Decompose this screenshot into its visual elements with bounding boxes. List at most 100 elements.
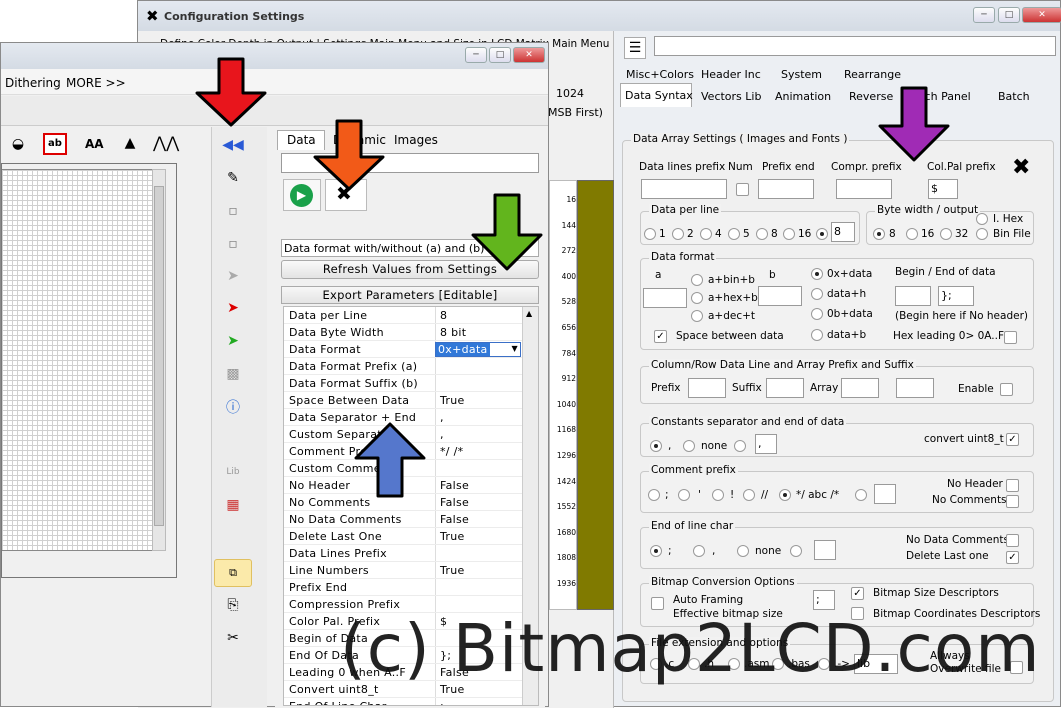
param-value[interactable]: False [440,513,469,526]
dpl-radio-1[interactable] [644,228,656,240]
space-between-checkbox[interactable]: ✓ [654,330,667,343]
main-close-button[interactable]: ✕ [513,47,545,63]
dpl-custom-input[interactable]: 8 [831,222,855,242]
begin-data-input[interactable] [895,286,931,306]
tab-system[interactable]: System [781,68,822,81]
param-row[interactable]: Data per Line 8 [284,307,522,324]
cp-radio-custom[interactable] [855,489,867,501]
tab-batch[interactable]: Batch [998,90,1030,103]
cp-radio-semicolon[interactable] [648,489,660,501]
num-checkbox[interactable] [736,183,749,196]
main-minimize-button[interactable]: ─ [465,47,487,63]
triangle-icon[interactable]: ▲ [119,132,141,154]
param-row[interactable]: End Of Line Char; [284,698,522,705]
eyedropper-icon[interactable]: ✎ [222,167,244,189]
copy-button[interactable]: ⧉ [214,559,252,587]
wave-icon[interactable]: ⋀⋀ [153,132,179,154]
df-radio-adect[interactable] [691,310,703,322]
dpl-radio-custom[interactable] [816,228,828,240]
menu-dithering[interactable]: Dithering [5,76,61,90]
const-custom-input[interactable]: , [755,434,777,454]
df-radio-0bdata[interactable] [811,308,823,320]
rect-select-2-icon[interactable]: ▫ [222,233,244,255]
param-value[interactable]: True [440,564,465,577]
cp-radio-star[interactable] [779,489,791,501]
tab-header-inc[interactable]: Header Inc [701,68,761,81]
tab-rearrange[interactable]: Rearrange [844,68,901,81]
menu-more[interactable]: MORE >> [66,76,126,90]
param-row[interactable]: Data Format 0x+data ▼ [284,341,522,358]
rect-select-icon[interactable]: ▫ [222,200,244,222]
tab-animation[interactable]: Animation [775,90,831,103]
rewind-icon[interactable]: ◀◀ [222,134,244,156]
pointer-icon[interactable]: ➤ [222,265,244,287]
dpl-radio-5[interactable] [728,228,740,240]
df-radio-abinb[interactable] [691,274,703,286]
array-suffix-input[interactable] [896,378,934,398]
no-data-comments-checkbox[interactable] [1006,534,1019,547]
a-input[interactable] [643,288,687,308]
enable-checkbox[interactable] [1000,383,1013,396]
const-radio-comma[interactable] [650,440,662,452]
tools-icon[interactable]: ✖ [1012,155,1030,180]
param-value[interactable]: 8 [440,309,447,322]
const-radio-none[interactable] [683,440,695,452]
param-value[interactable]: 8 bit [440,326,466,339]
prefix-end-input[interactable] [758,179,814,199]
df-radio-datah[interactable] [811,288,823,300]
param-row[interactable]: Line Numbers True [284,562,522,579]
cp-radio-quote[interactable] [678,489,690,501]
bw-radio-8[interactable] [873,228,885,240]
param-row[interactable]: No Data Comments False [284,511,522,528]
param-value[interactable]: , [440,411,444,424]
array-input[interactable] [841,378,879,398]
tab-images[interactable]: Images [394,133,438,147]
scroll-up-icon[interactable]: ▲ [526,309,532,318]
no-comments-checkbox[interactable] [1006,495,1019,508]
tab-misc-colors[interactable]: Misc+Colors [626,68,694,81]
df-radio-0xdata[interactable] [811,268,823,280]
red-pointer-icon[interactable]: ➤ [222,297,244,319]
i-hex-radio[interactable] [976,213,988,225]
param-row[interactable]: Data Lines Prefix [284,545,522,562]
convert-uint8-checkbox[interactable]: ✓ [1006,433,1019,446]
param-row[interactable]: Delete Last One True [284,528,522,545]
fill-icon[interactable]: ◒ [7,133,29,155]
checker-icon[interactable]: ▩ [222,363,244,385]
eol-radio-custom[interactable] [790,545,802,557]
dpl-radio-4[interactable] [700,228,712,240]
param-row[interactable]: Space Between Data True [284,392,522,409]
param-value[interactable]: False [440,479,469,492]
cp-radio-slash[interactable] [743,489,755,501]
param-value[interactable]: False [440,496,469,509]
info-icon[interactable]: ⓘ [222,397,244,419]
cp-radio-bang[interactable] [712,489,724,501]
config-search-input[interactable] [654,36,1056,56]
delete-last-checkbox[interactable]: ✓ [1006,551,1019,564]
dropdown-arrow-icon[interactable]: ▼ [512,344,518,353]
param-value[interactable]: , [440,428,444,441]
menu-button[interactable]: ☰ [624,37,646,59]
compr-prefix-input[interactable] [836,179,892,199]
bitmap-conv-input[interactable]: ; [813,590,835,610]
tab-vectors-lib[interactable]: Vectors Lib [701,90,761,103]
df-radio-datab[interactable] [811,329,823,341]
param-row[interactable]: Data Format Prefix (a) [284,358,522,375]
param-value[interactable]: True [440,530,465,543]
df-radio-ahexb[interactable] [691,292,703,304]
hex-leading-checkbox[interactable] [1004,331,1017,344]
param-value[interactable]: */ /* [440,445,463,458]
suffix-input[interactable] [766,378,804,398]
green-pointer-icon[interactable]: ➤ [222,330,244,352]
param-row[interactable]: Data Format Suffix (b) [284,375,522,392]
param-value[interactable]: 0x+data ▼ [435,342,521,357]
bin-file-radio[interactable] [976,228,988,240]
dpl-radio-8[interactable] [756,228,768,240]
size-desc-checkbox[interactable]: ✓ [851,587,864,600]
eol-custom-input[interactable] [814,540,836,560]
param-row[interactable]: Data Byte Width 8 bit [284,324,522,341]
tab-data-syntax[interactable]: Data Syntax [625,89,693,102]
b-input[interactable] [758,286,802,306]
main-maximize-button[interactable]: □ [489,47,511,63]
lib-icon[interactable]: Lib [222,461,244,483]
